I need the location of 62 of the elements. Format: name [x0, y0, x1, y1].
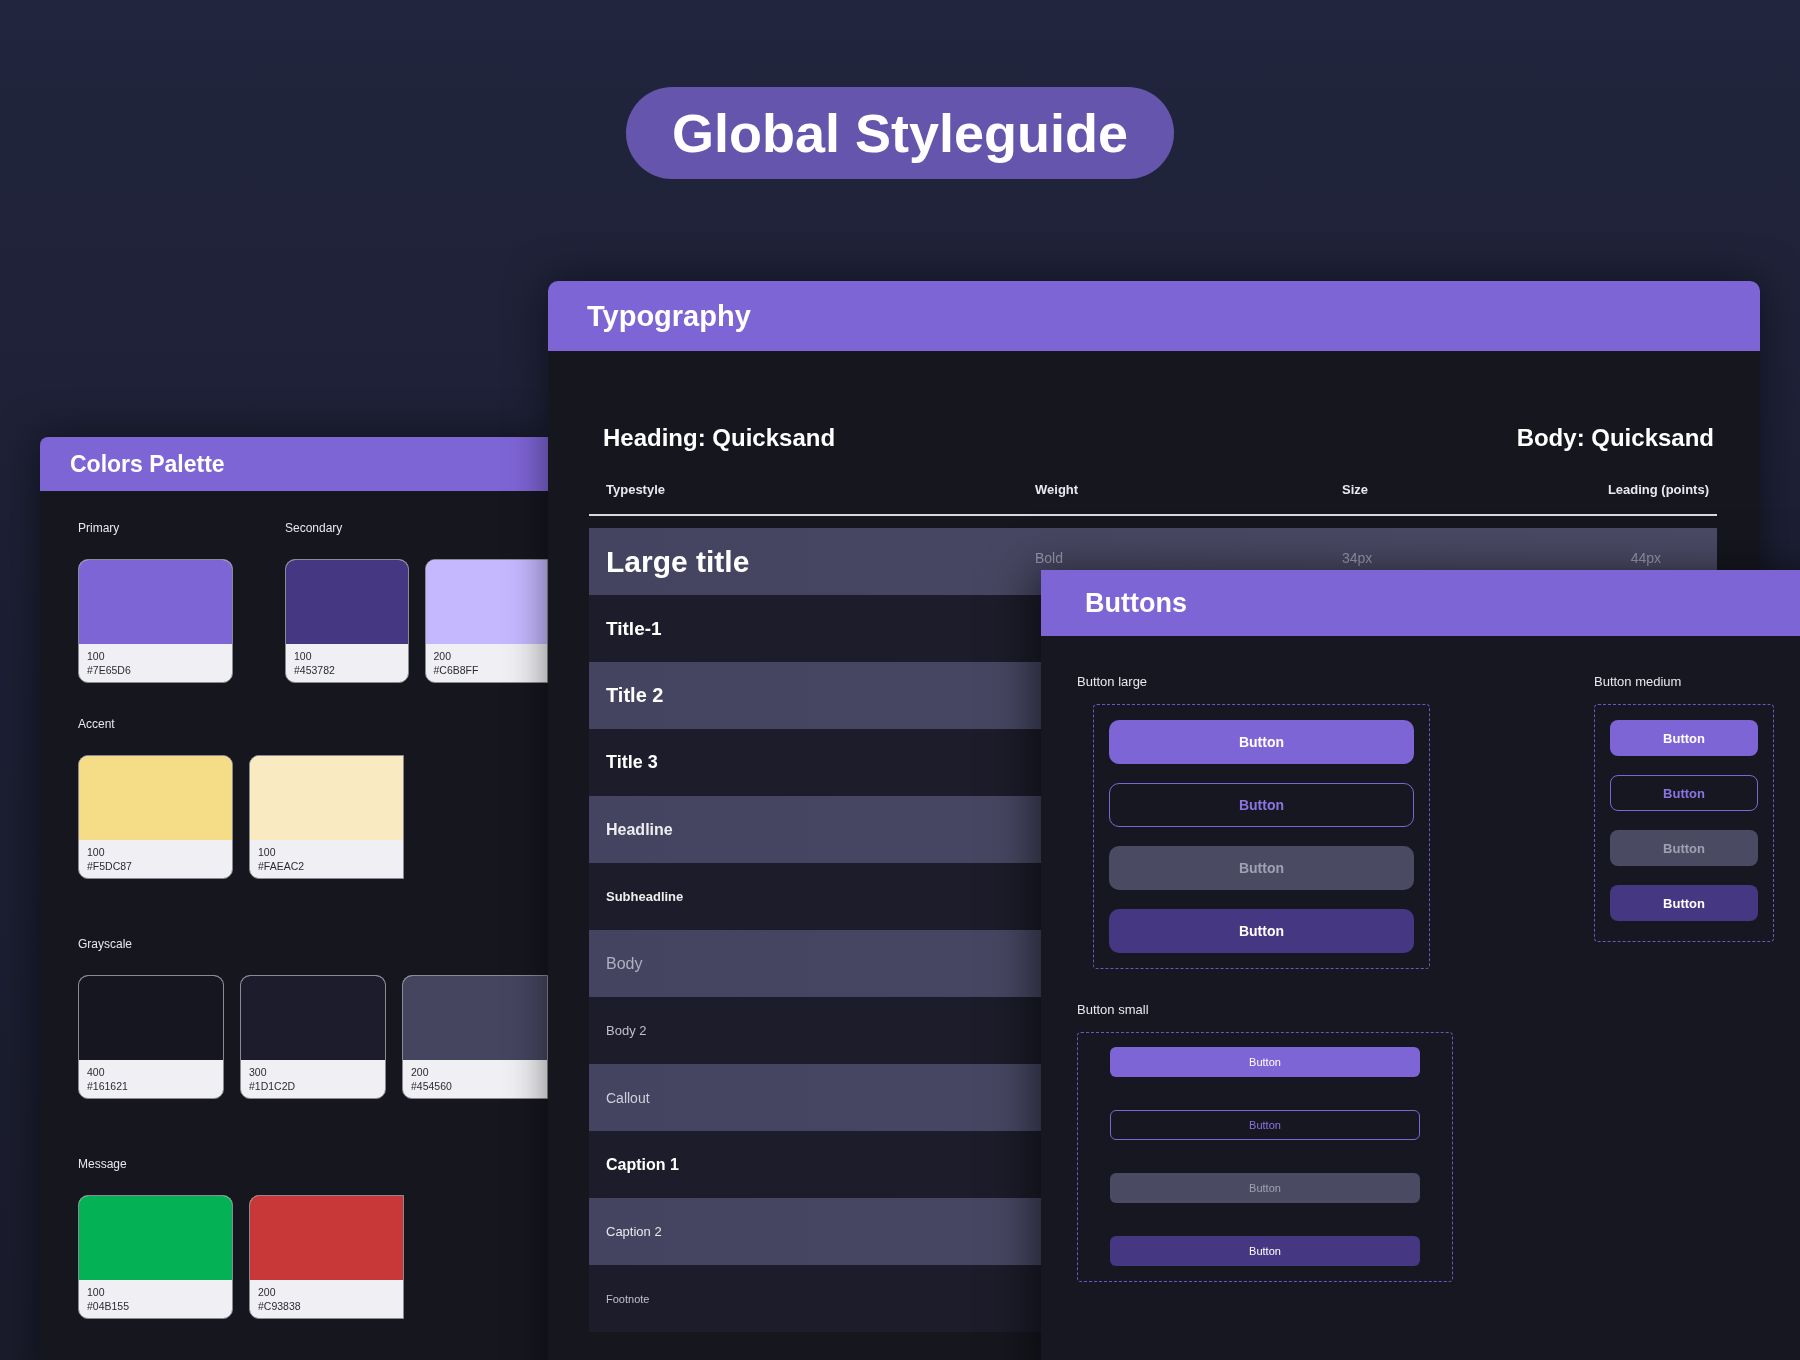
leading-cell: 44px	[1630, 550, 1661, 566]
typestyle-cell-text: Caption 1	[606, 1155, 680, 1174]
typestyle-cell-text: Body 2	[606, 1023, 648, 1038]
panel-header: Colors Palette	[40, 437, 548, 491]
shade-label: 200	[433, 649, 453, 663]
typestyle-cell-text: Callout	[606, 1089, 651, 1106]
group-label: Button small	[1077, 1002, 1150, 1018]
sample-button[interactable]: Button	[1610, 720, 1758, 756]
shade-label: 100	[87, 845, 106, 859]
group-label: Grayscale	[78, 937, 134, 953]
sample-button[interactable]: Button	[1610, 885, 1758, 921]
typestyle-cell-text: Title-1	[606, 617, 663, 640]
typestyle-cell-text: Subheadline	[606, 889, 685, 904]
typestyle-cell-text: Large title	[606, 544, 751, 579]
hex-code: #F5DC87	[87, 859, 133, 873]
shade-label: 300	[249, 1065, 268, 1079]
hex-code: #161621	[87, 1079, 129, 1093]
group-label: Secondary	[285, 521, 344, 537]
sample-button[interactable]: Button	[1109, 783, 1414, 827]
hex-code: #1D1C2D	[249, 1079, 297, 1093]
typestyle-cell-text: Title 2	[606, 684, 665, 707]
page-title: Global Styleguide	[625, 87, 1175, 179]
typestyle-cell-text: Title 3	[606, 752, 659, 773]
hex-code: #FAEAC2	[258, 859, 306, 873]
sample-button[interactable]: Button	[1610, 775, 1758, 811]
hex-code: #7E65D6	[87, 663, 132, 677]
panel-header: Buttons	[1041, 570, 1800, 636]
sample-button[interactable]: Button	[1109, 909, 1414, 953]
shade-label: 100	[87, 649, 106, 663]
group-label: Primary	[78, 521, 121, 537]
group-label: Button large	[1077, 674, 1149, 690]
hex-code: #454560	[411, 1079, 453, 1093]
shade-label: 100	[294, 649, 313, 663]
sample-button[interactable]: Button	[1110, 1110, 1420, 1140]
group-label: Accent	[78, 717, 116, 733]
column-header: Size	[1342, 481, 1369, 497]
column-header: Leading (points)	[1607, 481, 1709, 497]
group-label: Message	[78, 1157, 128, 1173]
sample-button[interactable]: Button	[1110, 1236, 1420, 1266]
typestyle-cell-text: Footnote	[606, 1292, 651, 1305]
shade-label: 400	[87, 1065, 106, 1079]
weight-cell-text: Bold	[1035, 550, 1065, 566]
column-header: Weight	[1035, 481, 1080, 497]
typestyle-cell-text: Caption 2	[606, 1224, 663, 1239]
sample-button[interactable]: Button	[1110, 1047, 1420, 1077]
hex-code: #C93838	[258, 1299, 302, 1313]
hex-code: #04B155	[87, 1299, 131, 1313]
shade-label: 100	[87, 1285, 106, 1299]
panel-header: Typography	[548, 281, 1760, 351]
hex-code: #C6B8FF	[433, 663, 480, 677]
hex-code: #453782	[294, 663, 336, 677]
shade-label: 200	[411, 1065, 430, 1079]
shade-label: 100	[258, 845, 277, 859]
shade-label: 200	[258, 1285, 277, 1299]
size-cell-text: 34px	[1342, 550, 1374, 566]
body-font-label: Body: Quicksand	[1516, 424, 1714, 452]
column-header: Typestyle	[606, 481, 666, 497]
typestyle-cell-text: Headline	[606, 820, 674, 839]
heading-font-label: Heading: Quicksand	[603, 424, 836, 452]
typestyle-cell-text: Body	[606, 954, 644, 973]
group-label: Button medium	[1594, 674, 1683, 690]
sample-button[interactable]: Button	[1109, 720, 1414, 764]
